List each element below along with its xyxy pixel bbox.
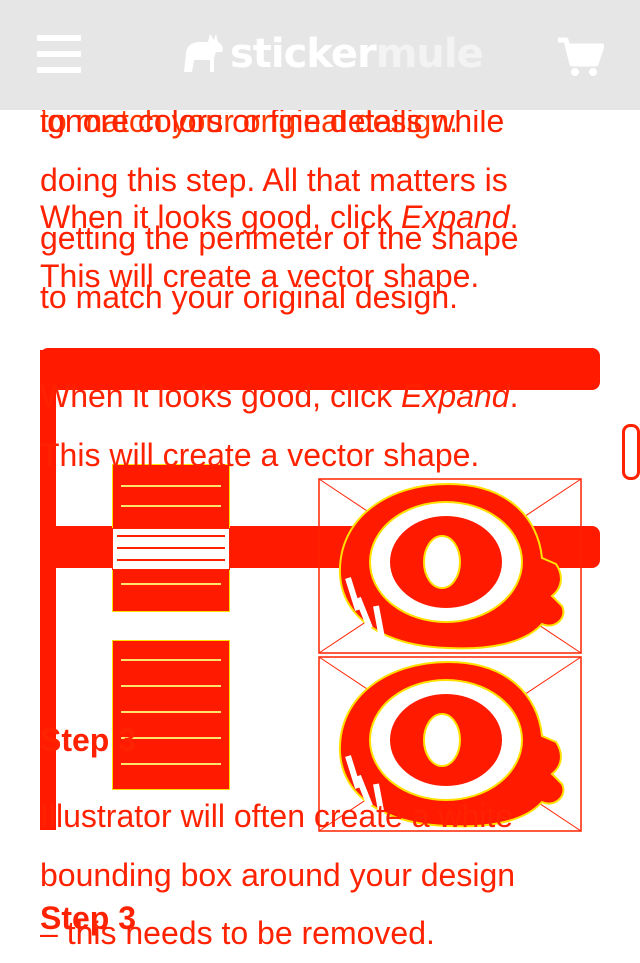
logo-word-sticker: sticker	[230, 31, 377, 77]
logo-word-mule: mule	[375, 31, 484, 77]
site-logo[interactable]: stickermule	[180, 30, 484, 78]
expand-text-suffix: .	[509, 199, 519, 235]
step-heading: Step 3	[40, 722, 137, 758]
vector-shape-line: This will create a vector shape.	[40, 257, 480, 294]
scrollbar-thumb[interactable]	[622, 424, 640, 480]
logo-wordmark: stickermule	[230, 30, 484, 78]
paragraph-expand: When it looks good, click Expand. This w…	[40, 367, 600, 484]
paragraph-line: bounding box around your design	[40, 856, 516, 893]
paragraph-line: Illustrator will often create a white	[40, 798, 514, 834]
site-header: stickermule	[0, 0, 640, 110]
article-content: to match your original design. ignore co…	[0, 0, 640, 959]
shopping-cart-icon[interactable]	[556, 36, 604, 78]
donut-artwork-top	[318, 478, 582, 654]
screenshot-thumbnail-bottom[interactable]	[112, 640, 230, 790]
step-heading-duplicate: Step 3	[40, 900, 137, 936]
mule-logo-icon	[184, 34, 223, 72]
expand-text-prefix: When it looks good, click	[40, 378, 402, 414]
expand-text-prefix: When it looks good, click	[40, 199, 402, 235]
paragraph-expand-overlay: When it looks good, click Expand. This w…	[40, 188, 600, 305]
expand-emphasis: Expand	[401, 199, 510, 235]
hamburger-menu-icon[interactable]	[37, 35, 81, 73]
expand-emphasis: Expand	[401, 378, 510, 414]
expand-text-suffix: .	[509, 378, 519, 414]
vector-shape-line: This will create a vector shape.	[40, 436, 480, 473]
expand-dialog-preview	[112, 528, 230, 570]
